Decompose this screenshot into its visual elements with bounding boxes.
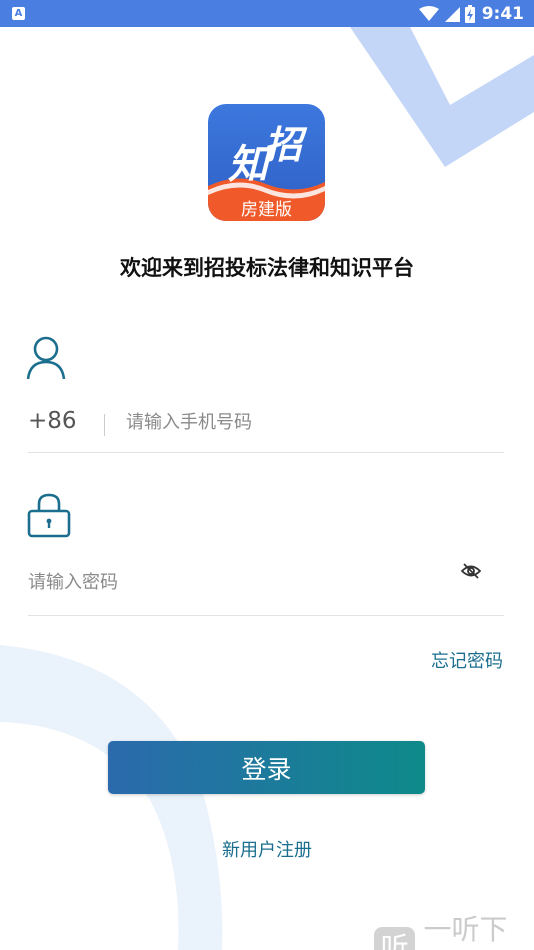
status-bar: A 9:41 <box>0 0 534 27</box>
status-time: 9:41 <box>481 3 524 24</box>
welcome-title: 欢迎来到招投标法律和知识平台 <box>120 256 414 280</box>
register-link[interactable]: 新用户注册 <box>0 836 534 862</box>
logo-ribbon-text: 房建版 <box>241 200 292 220</box>
app-logo: 知 招 房建版 <box>208 104 325 221</box>
eye-off-icon[interactable] <box>460 560 482 582</box>
lock-icon <box>27 493 71 538</box>
logo-char-2: 招 <box>264 122 308 167</box>
signal-icon <box>444 6 460 22</box>
watermark: 听 一听下载 <box>374 908 534 950</box>
watermark-text: 一听下载 <box>423 913 508 946</box>
login-button[interactable]: 登录 <box>108 741 425 794</box>
user-icon <box>26 336 66 380</box>
phone-field-separator <box>104 414 105 436</box>
phone-input[interactable] <box>126 406 486 438</box>
watermark-badge: 听 <box>374 927 416 950</box>
forgot-password-link[interactable]: 忘记密码 <box>431 647 503 673</box>
password-input[interactable] <box>28 566 428 598</box>
phone-underline <box>28 452 504 453</box>
wifi-icon <box>418 5 439 21</box>
password-underline <box>28 615 504 616</box>
country-code[interactable]: +86 <box>28 408 77 434</box>
notification-app-icon: A <box>12 7 25 20</box>
battery-icon <box>464 4 475 23</box>
